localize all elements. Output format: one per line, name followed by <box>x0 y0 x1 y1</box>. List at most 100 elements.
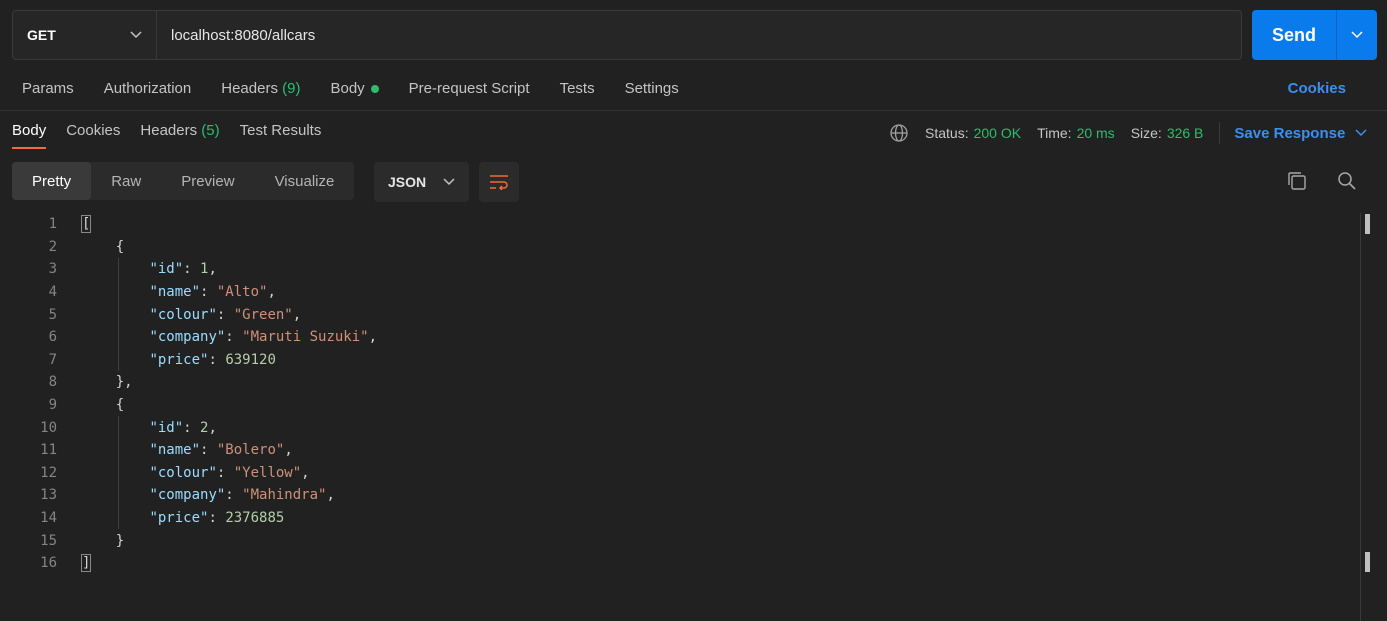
code-line: 6 "company": "Maruti Suzuki", <box>0 326 1360 349</box>
response-tabs: Body Cookies Headers (5) Test Results <box>12 122 341 149</box>
json-string: "Mahindra" <box>242 487 327 504</box>
code-line: 9 { <box>0 394 1360 417</box>
line-number: 16 <box>40 555 57 572</box>
json-string: "Alto" <box>216 284 268 301</box>
code-line: 8 }, <box>0 371 1360 394</box>
url-bar: GET <box>12 10 1242 60</box>
response-headers-count: (5) <box>201 122 220 139</box>
json-key: "company" <box>149 329 226 346</box>
separator <box>1219 122 1221 144</box>
status-label: Status: <box>925 125 969 141</box>
response-tab-body[interactable]: Body <box>12 122 47 149</box>
wrap-lines-button[interactable] <box>479 162 519 202</box>
size-value: 326 B <box>1166 125 1204 141</box>
request-tabs: Params Authorization Headers (9) Body Pr… <box>22 80 709 97</box>
json-key: "name" <box>149 442 201 459</box>
method-label: GET <box>27 27 56 43</box>
time-label: Time: <box>1037 125 1072 141</box>
view-raw[interactable]: Raw <box>91 162 161 200</box>
code-line: 11 "name": "Bolero", <box>0 439 1360 462</box>
cookies-link[interactable]: Cookies <box>1288 80 1346 97</box>
format-dropdown[interactable]: JSON <box>374 162 469 202</box>
code-line: 12 "colour": "Yellow", <box>0 462 1360 485</box>
chevron-down-icon <box>1355 129 1367 137</box>
bracket-close: ] <box>80 554 92 573</box>
tab-body[interactable]: Body <box>330 80 379 97</box>
chevron-down-icon <box>443 178 455 186</box>
status-value: 200 OK <box>973 125 1022 141</box>
view-pretty[interactable]: Pretty <box>12 162 92 200</box>
json-string: "Yellow" <box>233 464 302 481</box>
line-number: 5 <box>48 306 57 323</box>
chevron-down-icon <box>1351 31 1363 39</box>
line-number: 15 <box>40 532 57 549</box>
code-line: 13 "company": "Mahindra", <box>0 484 1360 507</box>
tab-authorization[interactable]: Authorization <box>104 80 192 97</box>
line-number: 6 <box>48 329 57 346</box>
line-number: 3 <box>48 261 57 278</box>
response-tab-test-results[interactable]: Test Results <box>240 122 322 149</box>
line-number: 7 <box>48 351 57 368</box>
copy-button[interactable] <box>1286 170 1308 195</box>
url-input[interactable] <box>157 11 1241 59</box>
save-response-button[interactable]: Save Response <box>1234 125 1367 142</box>
time-value: 20 ms <box>1076 125 1115 141</box>
line-number: 12 <box>40 464 57 481</box>
bracket-open: [ <box>80 215 92 234</box>
json-string: "Bolero" <box>216 442 285 459</box>
line-number: 4 <box>48 284 57 301</box>
line-number: 2 <box>48 238 57 255</box>
send-button-group: Send <box>1252 10 1377 60</box>
search-button[interactable] <box>1336 170 1358 195</box>
code-line: 14 "price": 2376885 <box>0 507 1360 530</box>
code-line: 7 "price": 639120 <box>0 349 1360 372</box>
tab-params[interactable]: Params <box>22 80 74 97</box>
json-key: "id" <box>149 419 184 436</box>
json-key: "colour" <box>149 464 217 481</box>
tab-tests[interactable]: Tests <box>560 80 595 97</box>
search-icon <box>1338 172 1356 190</box>
headers-count-badge: (9) <box>282 80 301 97</box>
response-tab-cookies[interactable]: Cookies <box>66 122 120 149</box>
save-response-label: Save Response <box>1234 124 1346 142</box>
line-number: 1 <box>48 216 57 233</box>
copy-icon <box>1288 172 1306 190</box>
json-key: "colour" <box>149 306 217 323</box>
view-visualize[interactable]: Visualize <box>255 162 355 200</box>
view-preview[interactable]: Preview <box>161 162 254 200</box>
code-line: 1 [ <box>0 213 1360 236</box>
code-line: 3 "id": 1, <box>0 258 1360 281</box>
code-line: 2 { <box>0 236 1360 259</box>
json-number: 2376885 <box>225 510 285 527</box>
tab-headers[interactable]: Headers (9) <box>221 80 300 97</box>
divider <box>0 110 1387 111</box>
send-options-button[interactable] <box>1337 10 1377 60</box>
code-line: 5 "colour": "Green", <box>0 303 1360 326</box>
line-number: 8 <box>48 374 57 391</box>
code-line: 15 } <box>0 529 1360 552</box>
send-button[interactable]: Send <box>1252 10 1337 60</box>
response-body-editor[interactable]: 1 [ 2 { 3 "id": 1, 4 "name": "Alto", 5 "… <box>0 213 1360 575</box>
json-string: "Maruti Suzuki" <box>242 329 369 346</box>
code-line: 4 "name": "Alto", <box>0 281 1360 304</box>
json-key: "price" <box>149 510 209 527</box>
format-label: JSON <box>388 174 427 190</box>
scrollbar-track[interactable] <box>1360 213 1361 621</box>
tab-settings[interactable]: Settings <box>625 80 679 97</box>
response-tab-headers[interactable]: Headers (5) <box>140 122 219 149</box>
method-dropdown[interactable]: GET <box>13 11 157 59</box>
json-key: "price" <box>149 351 209 368</box>
json-number: 639120 <box>225 351 276 368</box>
json-key: "company" <box>149 487 226 504</box>
line-number: 10 <box>40 419 57 436</box>
view-mode-segmented-control: Pretty Raw Preview Visualize <box>12 162 355 200</box>
tab-pre-request-script[interactable]: Pre-request Script <box>409 80 530 97</box>
json-key: "id" <box>149 261 184 278</box>
body-indicator-dot <box>370 84 379 93</box>
globe-icon[interactable] <box>889 123 909 143</box>
size-label: Size: <box>1130 125 1162 141</box>
chevron-down-icon <box>130 31 142 39</box>
json-string: "Green" <box>233 306 293 323</box>
response-status-bar: Status: 200 OK Time: 20 ms Size: 326 B S… <box>889 122 1367 144</box>
tab-headers-label: Headers <box>221 80 278 97</box>
